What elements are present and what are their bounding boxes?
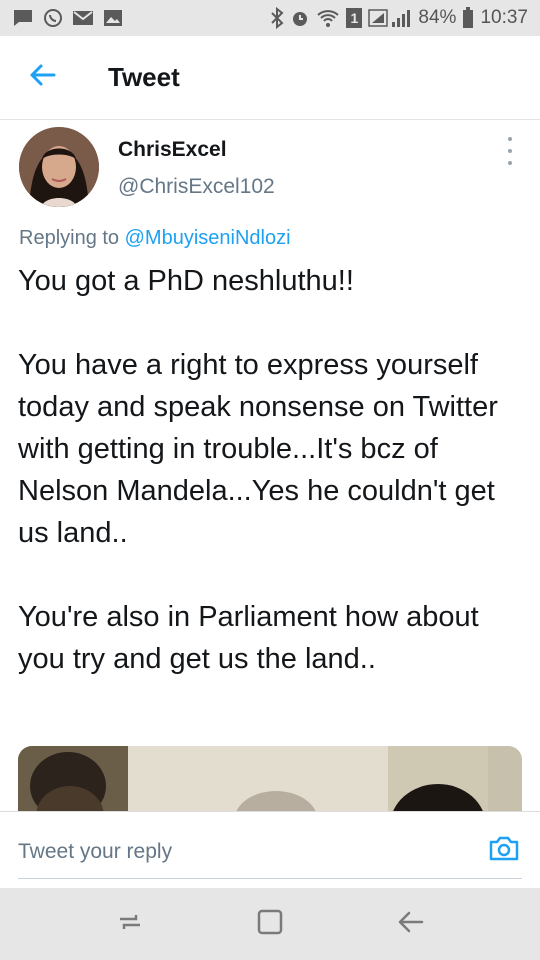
reply-bar <box>0 811 540 888</box>
wifi-icon <box>316 8 340 28</box>
back-icon <box>396 910 424 939</box>
more-dot <box>508 161 512 165</box>
clock: 10:37 <box>480 7 528 28</box>
avatar[interactable] <box>19 127 99 207</box>
recent-apps-icon <box>116 910 144 939</box>
system-nav-bar <box>0 888 540 960</box>
reply-input[interactable] <box>18 832 478 872</box>
replying-to-line: Replying to @MbuyiseniNdlozi <box>19 227 291 250</box>
replying-to-label: Replying to <box>19 227 120 249</box>
whatsapp-icon <box>43 8 63 28</box>
gallery-icon <box>103 9 123 27</box>
reply-input-underline <box>18 878 522 879</box>
recent-apps-button[interactable] <box>106 900 154 948</box>
tweet-screen: 1 84% 10:37 Tweet ChrisExcel @ChrisExcel… <box>0 0 540 960</box>
more-dot <box>508 149 512 153</box>
arrow-left-icon <box>28 63 56 92</box>
page-title: Tweet <box>108 62 180 92</box>
tweet-paragraph: You're also in Parliament how about you … <box>18 601 479 675</box>
back-button[interactable] <box>0 36 84 120</box>
app-bar: Tweet <box>0 36 540 120</box>
home-icon <box>257 909 283 940</box>
signal-icon <box>368 8 412 28</box>
alarm-icon <box>290 8 310 28</box>
status-bar-system: 1 84% 10:37 <box>270 7 528 29</box>
home-button[interactable] <box>246 900 294 948</box>
camera-button[interactable] <box>486 834 522 866</box>
status-bar: 1 84% 10:37 <box>0 0 540 36</box>
tweet-paragraph: You have a right to express yourself tod… <box>18 349 498 549</box>
more-dot <box>508 137 512 141</box>
status-bar-notifications <box>12 8 123 28</box>
message-icon <box>12 8 34 28</box>
tweet-media-image[interactable] <box>18 746 522 811</box>
sim-badge: 1 <box>346 8 363 28</box>
camera-icon <box>488 834 520 867</box>
display-name[interactable]: ChrisExcel <box>118 138 227 162</box>
battery-percent: 84% <box>418 7 457 28</box>
tweet-paragraph: You got a PhD neshluthu!! <box>18 265 354 297</box>
back-nav-button[interactable] <box>386 900 434 948</box>
tweet-text: You got a PhD neshluthu!! You have a rig… <box>18 260 523 680</box>
tweet-card: ChrisExcel @ChrisExcel102 Replying to @M… <box>0 121 540 811</box>
battery-icon <box>462 7 474 29</box>
more-vertical-icon[interactable] <box>498 137 522 165</box>
gmail-icon <box>72 9 94 27</box>
replying-to-link[interactable]: @MbuyiseniNdlozi <box>125 227 291 249</box>
bluetooth-icon <box>270 7 284 29</box>
user-handle[interactable]: @ChrisExcel102 <box>118 175 275 199</box>
